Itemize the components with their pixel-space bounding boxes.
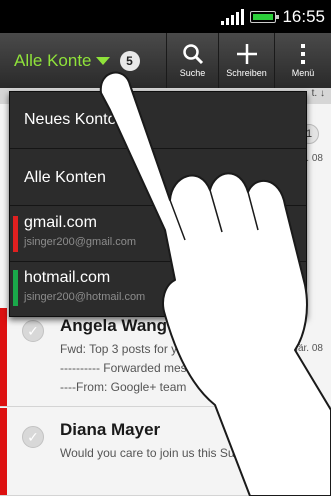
email-preview-line: ----From: Google+ team — [60, 380, 187, 394]
select-checkbox[interactable]: ✓ — [22, 426, 44, 448]
dropdown-item-all-accounts[interactable]: Alle Konten — [10, 149, 306, 206]
email-row[interactable]: ✓ Diana Mayer Would you care to join us … — [0, 408, 331, 496]
account-color-stripe — [0, 408, 7, 495]
email-sender: Angela Wang — [60, 316, 168, 335]
dropdown-item-gmail[interactable]: gmail.com jsinger200@gmail.com — [10, 206, 306, 262]
account-color-stripe — [13, 216, 18, 252]
email-row[interactable]: ✓ Angela Wang Fwd: Top 3 posts for you o… — [0, 308, 331, 407]
account-selector[interactable]: Alle Konte 5 — [0, 33, 166, 88]
menu-button[interactable]: Menü — [274, 33, 331, 88]
menu-label: Menü — [291, 68, 315, 78]
clock: 16:55 — [282, 6, 325, 26]
dropdown-item-label: Alle Konten — [24, 169, 106, 186]
dropdown-item-hotmail[interactable]: hotmail.com jsinger200@hotmail.com — [10, 262, 306, 317]
signal-icon — [221, 8, 245, 25]
account-color-stripe — [0, 308, 7, 406]
chevron-down-icon — [95, 56, 110, 65]
action-bar: Alle Konte 5 Suche Schreiben Menü — [0, 33, 331, 88]
email-sender: Diana Mayer — [60, 420, 161, 439]
compose-label: Schreiben — [226, 68, 267, 78]
more-vertical-icon — [301, 44, 305, 64]
dropdown-item-label: gmail.com — [24, 214, 97, 231]
status-bar: 16:55 — [0, 0, 331, 33]
account-color-stripe — [13, 270, 18, 306]
dropdown-item-email: jsinger200@gmail.com — [24, 236, 137, 248]
unread-count-badge: 5 — [119, 50, 140, 71]
search-label: Suche — [179, 68, 206, 78]
search-icon — [182, 44, 203, 65]
battery-icon — [250, 10, 280, 23]
email-preview-line: ---------- Forwarded message ------ — [60, 361, 240, 375]
email-date: Mär. 08 — [289, 343, 323, 354]
email-subject: Fwd: Top 3 posts for you on Goog... — [60, 342, 250, 356]
account-label: Alle Konte — [14, 50, 92, 70]
dropdown-item-email: jsinger200@hotmail.com — [24, 291, 146, 303]
dropdown-item-label: Neues Konto — [24, 111, 117, 128]
email-date: Jan. 09 — [290, 448, 323, 459]
dropdown-item-new-account[interactable]: Neues Konto — [10, 92, 306, 149]
email-subject: Would you care to join us this Su... — [60, 446, 245, 460]
sort-label: t. — [311, 88, 318, 99]
search-button[interactable]: Suche — [166, 33, 218, 88]
dropdown-item-label: hotmail.com — [24, 269, 111, 286]
compose-button[interactable]: Schreiben — [218, 33, 274, 88]
plus-icon — [236, 44, 257, 64]
select-checkbox[interactable]: ✓ — [22, 320, 44, 342]
account-dropdown: Neues Konto Alle Konten gmail.com jsinge… — [9, 91, 307, 317]
